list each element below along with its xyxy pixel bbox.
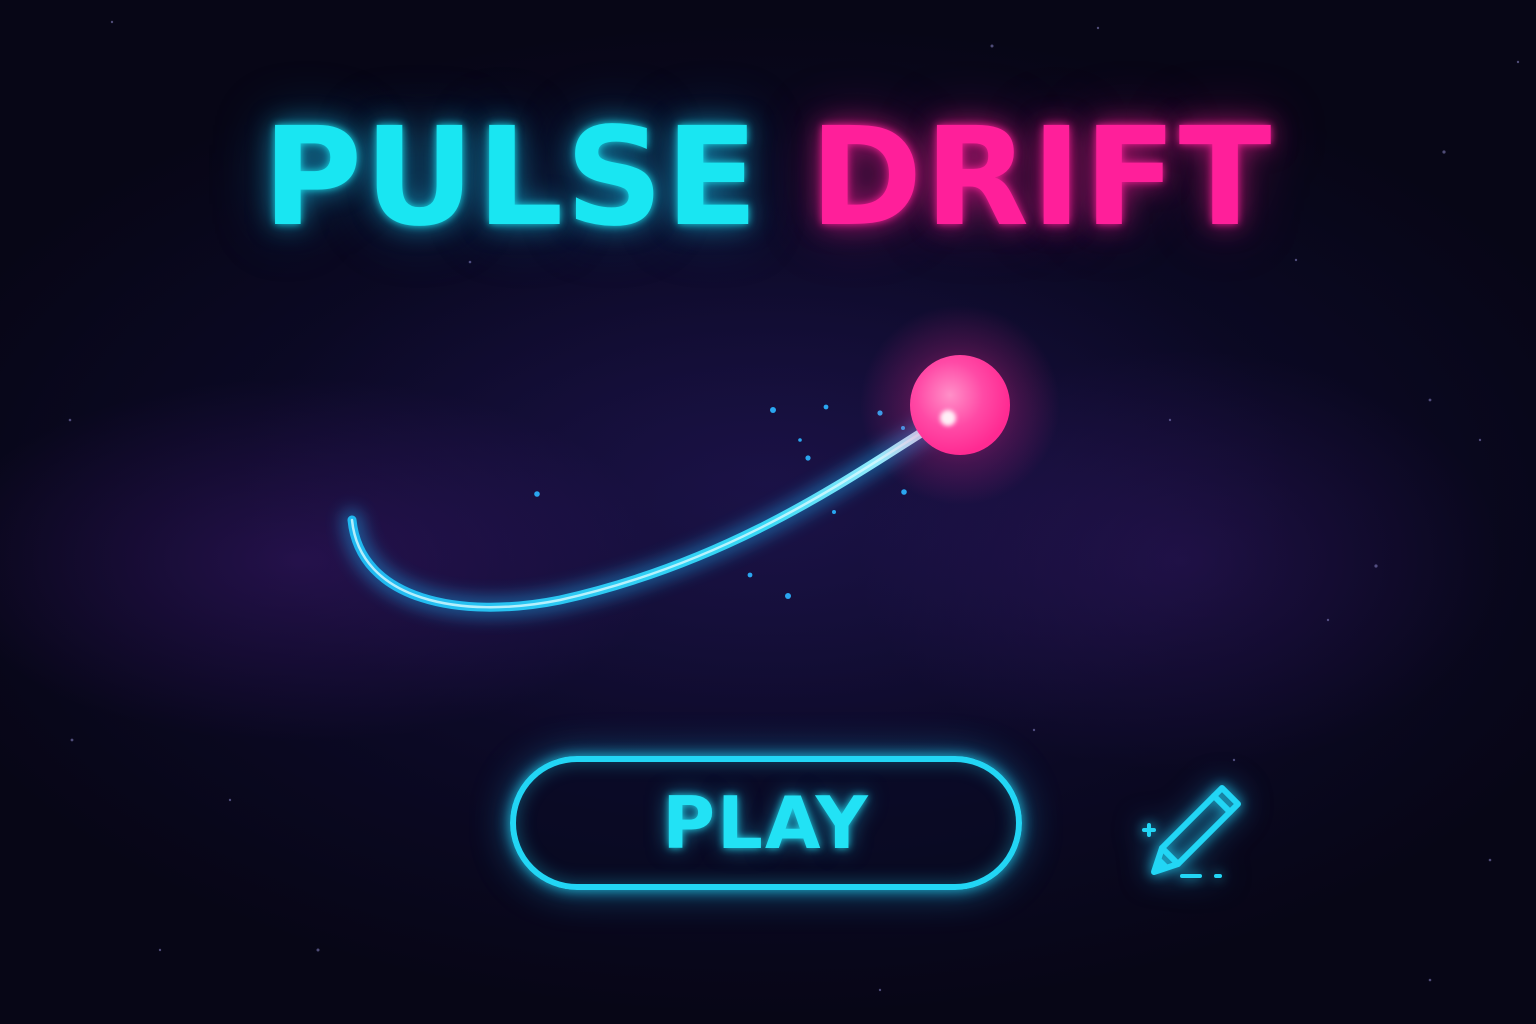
game-title: PULSE DRIFT — [0, 98, 1536, 258]
particle-field — [534, 404, 907, 599]
title-word-drift: DRIFT — [809, 99, 1274, 257]
pencil-icon — [1142, 785, 1241, 878]
title-word-pulse: PULSE — [262, 99, 761, 257]
play-button[interactable]: PLAY — [510, 756, 1022, 890]
play-button-label: PLAY — [662, 781, 870, 865]
pulse-orb — [910, 355, 1010, 455]
edit-button[interactable] — [1130, 760, 1260, 890]
drift-trail — [347, 413, 950, 612]
game-title-screen: PULSE DRIFT PLAY — [0, 0, 1536, 1024]
